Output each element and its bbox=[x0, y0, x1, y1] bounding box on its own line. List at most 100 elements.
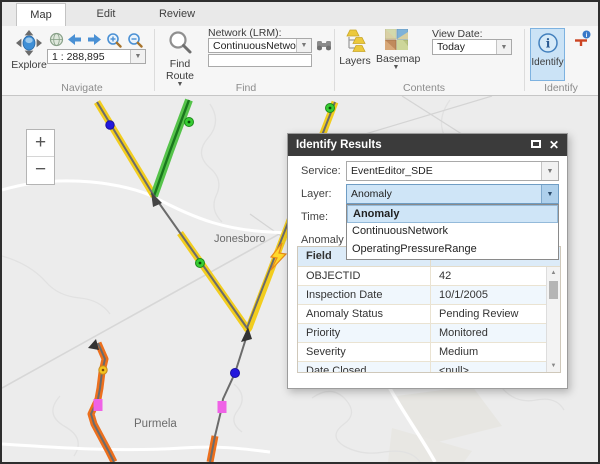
map-zoom-out-button[interactable]: − bbox=[27, 157, 54, 184]
field-cell: Anomaly Status bbox=[298, 305, 430, 323]
chevron-down-icon[interactable]: ▼ bbox=[130, 50, 145, 63]
app-window: Map Edit Review Explore bbox=[0, 0, 600, 464]
field-cell: Severity bbox=[298, 343, 430, 361]
value-cell: 10/1/2005 bbox=[430, 286, 560, 304]
find-route-label: Find bbox=[162, 58, 198, 70]
explore-icon bbox=[16, 30, 42, 56]
layer-dropdown-list: AnomalyContinuousNetworkOperatingPressur… bbox=[346, 204, 559, 260]
scale-combobox[interactable]: 1 : 288,895 ▼ bbox=[47, 49, 146, 64]
view-date-value: Today bbox=[433, 41, 496, 53]
ribbon-tabbar: Map Edit Review bbox=[2, 2, 598, 26]
layer-label: Layer: bbox=[301, 188, 332, 200]
field-cell: Inspection Date bbox=[298, 286, 430, 304]
layer-value: Anomaly bbox=[347, 188, 541, 200]
value-cell: Monitored bbox=[430, 324, 560, 342]
anomaly-marker-icon[interactable] bbox=[271, 243, 286, 270]
scrollbar-thumb[interactable] bbox=[549, 281, 558, 299]
scroll-up-icon[interactable]: ▲ bbox=[547, 270, 560, 276]
view-date-combobox[interactable]: Today ▼ bbox=[432, 39, 512, 55]
tab-edit[interactable]: Edit bbox=[80, 3, 132, 26]
next-extent-icon[interactable] bbox=[86, 32, 103, 47]
explore-button[interactable]: Explore bbox=[6, 30, 52, 71]
point-marker-blue[interactable] bbox=[106, 121, 114, 129]
zoom-out-tool-icon[interactable] bbox=[127, 32, 144, 48]
basemap-button[interactable]: Basemap ▼ bbox=[376, 29, 416, 71]
dropdown-item[interactable]: OperatingPressureRange bbox=[347, 241, 558, 259]
dialog-title: Identify Results bbox=[296, 139, 382, 151]
table-row[interactable]: SeverityMedium bbox=[298, 343, 560, 362]
network-value: ContinuousNetwork bbox=[209, 40, 296, 52]
find-route-magnifier-icon bbox=[168, 30, 193, 55]
chevron-down-icon: ▼ bbox=[376, 65, 416, 71]
minor-road bbox=[352, 96, 492, 138]
group-separator bbox=[334, 29, 335, 91]
value-cell: Pending Review bbox=[430, 305, 560, 323]
place-label-purmela: Purmela bbox=[134, 418, 177, 430]
navigate-group-label: Navigate bbox=[42, 82, 122, 94]
point-marker-green[interactable] bbox=[196, 259, 205, 268]
layers-icon bbox=[342, 29, 368, 52]
contents-group-label: Contents bbox=[384, 82, 464, 94]
explore-label: Explore bbox=[6, 59, 52, 71]
zoom-in-tool-icon[interactable] bbox=[106, 32, 123, 48]
layers-button[interactable]: Layers bbox=[339, 29, 371, 67]
identify-route-location-icon[interactable]: i bbox=[573, 30, 592, 47]
value-cell: <null> bbox=[430, 362, 560, 373]
time-label: Time: bbox=[301, 211, 328, 223]
identify-icon: i bbox=[537, 32, 559, 54]
full-extent-globe-icon[interactable] bbox=[49, 32, 64, 47]
layers-label: Layers bbox=[339, 55, 371, 67]
value-cell: Medium bbox=[430, 343, 560, 361]
direction-arrow-icon bbox=[88, 339, 99, 350]
layer-combobox[interactable]: Anomaly ▼ bbox=[346, 184, 559, 204]
table-row[interactable]: OBJECTID42 bbox=[298, 267, 560, 286]
map-zoom-in-button[interactable]: + bbox=[27, 130, 54, 157]
identify-results-dialog: Identify Results ✕ Service: EventEditor_… bbox=[287, 133, 568, 389]
field-cell: OBJECTID bbox=[298, 267, 430, 285]
chevron-down-icon[interactable]: ▼ bbox=[296, 39, 311, 52]
dialog-titlebar[interactable]: Identify Results ✕ bbox=[288, 134, 567, 156]
network-combobox[interactable]: ContinuousNetwork ▼ bbox=[208, 38, 312, 53]
identify-button[interactable]: i Identify bbox=[530, 28, 565, 81]
find-route-button[interactable]: Find Route ▼ bbox=[162, 30, 198, 88]
minor-road bbox=[402, 96, 468, 138]
service-value: EventEditor_SDE bbox=[347, 165, 541, 177]
table-row[interactable]: PriorityMonitored bbox=[298, 324, 560, 343]
scroll-down-icon[interactable]: ▼ bbox=[547, 363, 560, 369]
service-label: Service: bbox=[301, 165, 341, 177]
chevron-down-icon[interactable]: ▼ bbox=[541, 162, 558, 180]
dropdown-item[interactable]: ContinuousNetwork bbox=[347, 223, 558, 241]
point-marker-yellow[interactable] bbox=[99, 366, 107, 374]
point-marker-blue[interactable] bbox=[231, 369, 240, 378]
table-row[interactable]: Inspection Date10/1/2005 bbox=[298, 286, 560, 305]
chevron-down-icon: ▼ bbox=[162, 82, 198, 88]
tab-map[interactable]: Map bbox=[16, 3, 66, 26]
service-combobox[interactable]: EventEditor_SDE ▼ bbox=[346, 161, 559, 181]
table-row[interactable]: Date Closed<null> bbox=[298, 362, 560, 373]
identify-table-body: OBJECTID42Inspection Date10/1/2005Anomal… bbox=[298, 267, 560, 373]
chevron-down-icon[interactable]: ▼ bbox=[541, 185, 558, 203]
svg-text:i: i bbox=[545, 37, 550, 51]
close-icon[interactable]: ✕ bbox=[547, 139, 561, 151]
maximize-icon[interactable] bbox=[529, 139, 543, 151]
point-marker-green[interactable] bbox=[326, 104, 335, 113]
identify-group-label: Identify bbox=[524, 82, 598, 94]
table-scrollbar[interactable]: ▲ ▼ bbox=[546, 267, 560, 372]
tab-review[interactable]: Review bbox=[146, 3, 208, 26]
field-cell: Priority bbox=[298, 324, 430, 342]
field-cell: Date Closed bbox=[298, 362, 430, 373]
table-row[interactable]: Anomaly StatusPending Review bbox=[298, 305, 560, 324]
point-marker-magenta[interactable] bbox=[94, 399, 103, 411]
point-marker-green[interactable] bbox=[185, 118, 194, 127]
place-label-jonesboro: Jonesboro bbox=[214, 233, 265, 245]
ribbon: Explore 1 : 288,895 ▼ Navigate bbox=[2, 26, 598, 96]
route-green-centerline bbox=[154, 100, 189, 196]
point-marker-magenta[interactable] bbox=[218, 401, 227, 413]
value-cell: 42 bbox=[430, 267, 560, 285]
dropdown-item[interactable]: Anomaly bbox=[347, 205, 558, 223]
previous-extent-icon[interactable] bbox=[66, 32, 83, 47]
route-input[interactable] bbox=[208, 54, 312, 67]
identify-attributes-table: Field Value OBJECTID42Inspection Date10/… bbox=[297, 246, 561, 373]
binoculars-icon[interactable] bbox=[316, 39, 332, 52]
chevron-down-icon[interactable]: ▼ bbox=[496, 40, 511, 54]
